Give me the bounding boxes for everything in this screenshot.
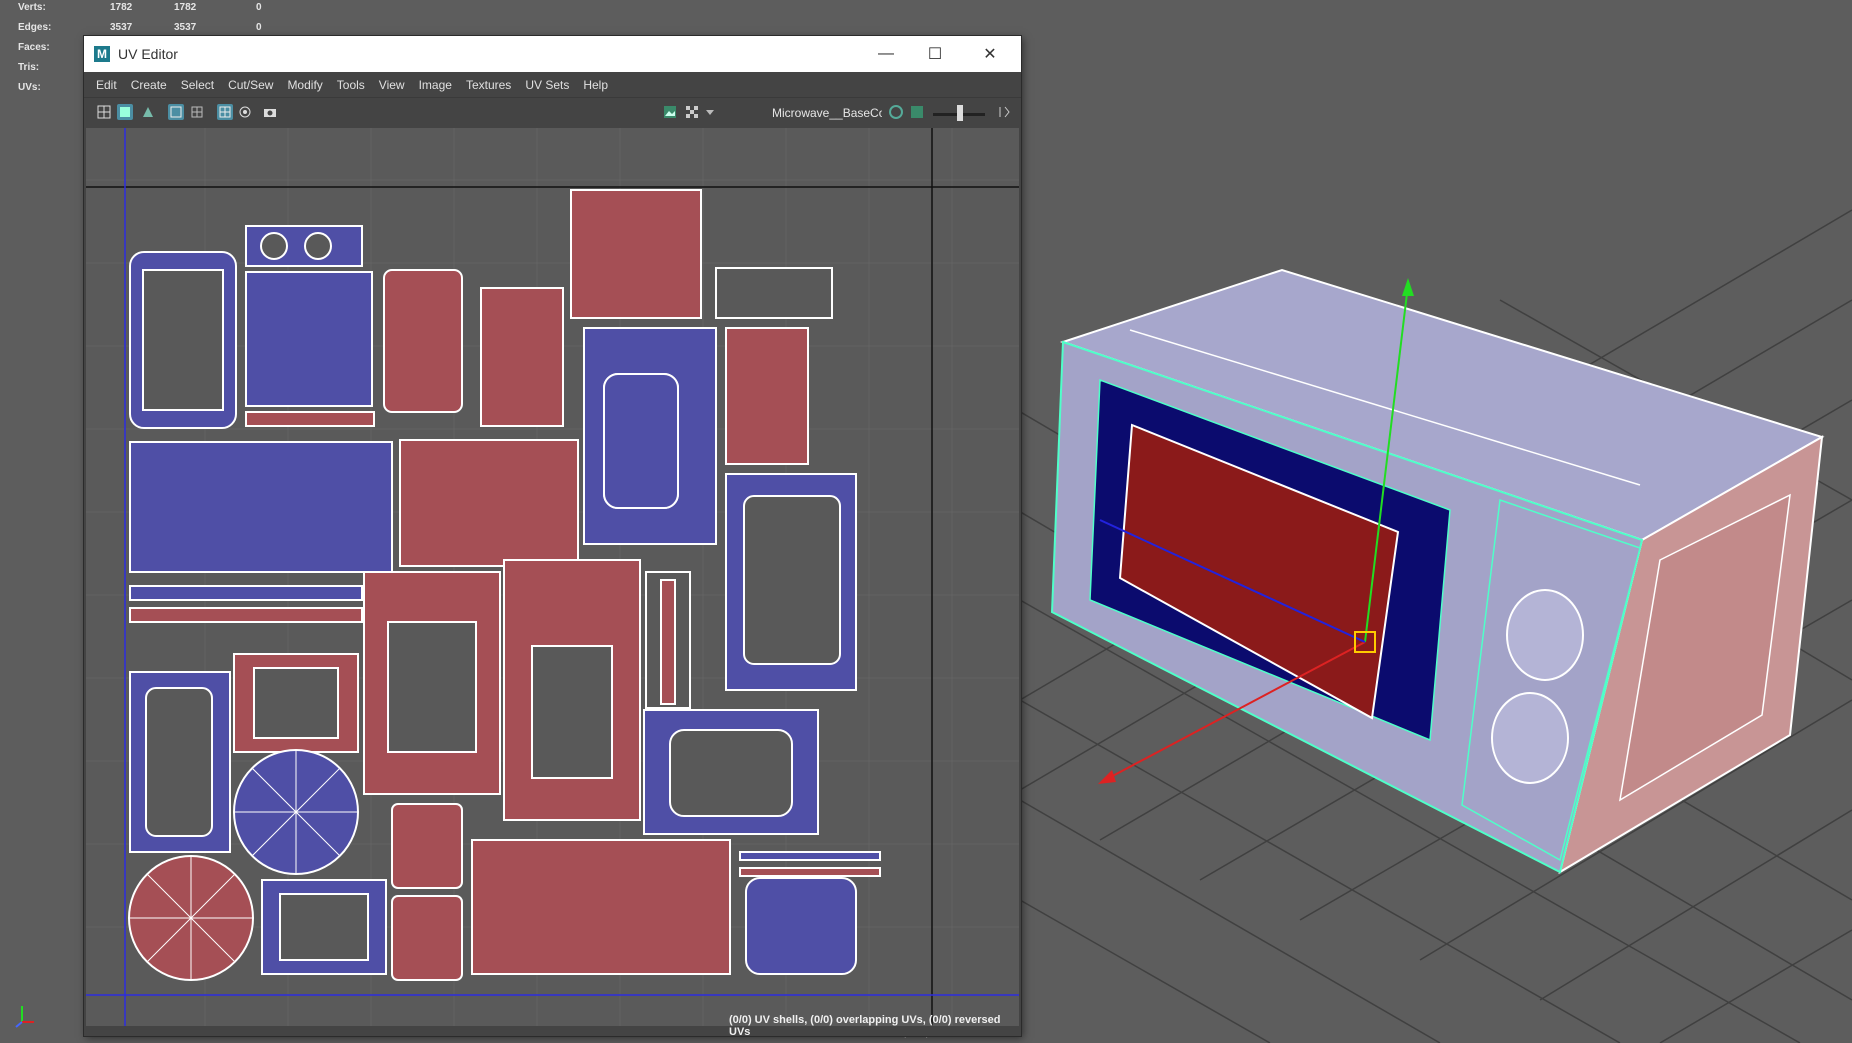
uv-layout-icon[interactable] — [96, 104, 112, 120]
isolate-icon[interactable] — [237, 104, 253, 120]
grid-frame-icon[interactable] — [168, 104, 184, 120]
hud-row-verts: Verts: 1782 1782 0 — [18, 2, 278, 22]
menu-create[interactable]: Create — [131, 78, 167, 92]
hud-value: 3537 — [110, 22, 133, 33]
hud-value: 0 — [256, 22, 262, 33]
texture-selector[interactable]: Microwave__BaseColor — [772, 106, 882, 120]
uv-canvas[interactable] — [86, 128, 1019, 1026]
checker-icon[interactable] — [189, 104, 205, 120]
window-title: UV Editor — [118, 46, 178, 62]
image-ratio-icon[interactable] — [888, 104, 904, 120]
menu-uv-sets[interactable]: UV Sets — [525, 78, 569, 92]
hud-value: 3537 — [174, 22, 197, 33]
menu-tools[interactable]: Tools — [337, 78, 365, 92]
dropdown-arrow-icon[interactable] — [702, 104, 718, 120]
hud-label: Tris: — [18, 62, 40, 73]
minimize-button[interactable]: — — [863, 36, 909, 72]
menu-cut-sew[interactable]: Cut/Sew — [228, 78, 273, 92]
menu-modify[interactable]: Modify — [287, 78, 322, 92]
uv-shells[interactable] — [128, 189, 881, 981]
exposure-icon[interactable] — [909, 104, 925, 120]
texture-borders-icon[interactable] — [140, 104, 156, 120]
shaded-uv-icon[interactable] — [117, 104, 133, 120]
hud-label: Faces: — [18, 42, 50, 53]
hud-label: Edges: — [18, 22, 52, 33]
menu-image[interactable]: Image — [419, 78, 452, 92]
menu-help[interactable]: Help — [583, 78, 608, 92]
menu-select[interactable]: Select — [181, 78, 214, 92]
microwave-model[interactable] — [1050, 268, 1825, 875]
uv-editor-window[interactable]: M UV Editor — ☐ ✕ Edit Create Select Cut… — [84, 36, 1021, 1038]
menu-bar: Edit Create Select Cut/Sew Modify Tools … — [84, 72, 1021, 97]
menu-edit[interactable]: Edit — [96, 78, 117, 92]
checker-pattern-icon[interactable] — [684, 104, 700, 120]
exposure-slider-handle[interactable] — [957, 105, 963, 121]
hud-value: 0 — [256, 2, 262, 13]
menu-textures[interactable]: Textures — [466, 78, 511, 92]
snapshot-camera-icon[interactable] — [262, 104, 278, 120]
hud-label: UVs: — [18, 82, 41, 93]
toolbar-expand-icon[interactable] — [996, 104, 1012, 120]
hud-value: 1782 — [110, 2, 133, 13]
title-bar[interactable]: M UV Editor — ☐ ✕ — [84, 36, 1021, 72]
uv-toolbar: Microwave__BaseColor — [84, 97, 1021, 127]
maya-app-icon: M — [94, 46, 110, 62]
close-button[interactable]: ✕ — [967, 36, 1013, 72]
hud-label: Verts: — [18, 2, 46, 13]
menu-view[interactable]: View — [379, 78, 405, 92]
hud-value: 1782 — [174, 2, 197, 13]
view-axis-icon — [15, 1006, 34, 1028]
grid-icon[interactable] — [217, 104, 233, 120]
display-image-icon[interactable] — [662, 104, 678, 120]
maximize-button[interactable]: ☐ — [912, 36, 958, 72]
uv-status-text: (0/0) UV shells, (0/0) overlapping UVs, … — [729, 1014, 1001, 1038]
